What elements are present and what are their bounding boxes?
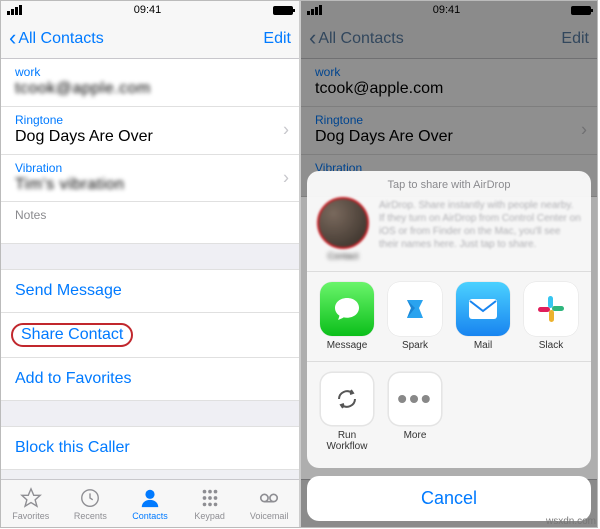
tab-label: Voicemail — [250, 511, 289, 521]
tab-label: Favorites — [12, 511, 49, 521]
star-icon — [19, 487, 43, 509]
tab-keypad[interactable]: Keypad — [180, 480, 240, 527]
tab-bar: Favorites Recents Contacts Keypad Voicem… — [1, 479, 299, 527]
row-notes[interactable]: Notes — [1, 202, 299, 244]
share-sheet: Tap to share with AirDrop Contact AirDro… — [307, 171, 591, 521]
action-label: Run Workflow — [317, 430, 377, 452]
chevron-left-icon: ‹ — [9, 27, 16, 49]
edit-button[interactable]: Edit — [263, 30, 291, 48]
share-app-mail[interactable]: Mail — [453, 282, 513, 351]
row-ringtone[interactable]: Ringtone Dog Days Are Over › — [1, 107, 299, 155]
airdrop-hint: Tap to share with AirDrop — [307, 179, 591, 195]
notes-label: Notes — [15, 208, 287, 222]
status-time: 09:41 — [134, 4, 162, 16]
tab-label: Contacts — [132, 511, 168, 521]
share-app-spark[interactable]: Spark — [385, 282, 445, 351]
workflow-icon — [320, 372, 374, 426]
work-label: work — [15, 65, 287, 79]
share-app-message[interactable]: Message — [317, 282, 377, 351]
status-bar: 09:41 — [1, 1, 299, 19]
spark-icon — [388, 282, 442, 336]
row-vibration[interactable]: Vibration Tim's vibration › — [1, 155, 299, 203]
airdrop-description: AirDrop. Share instantly with people nea… — [379, 197, 581, 251]
add-to-favorites-button[interactable]: Add to Favorites — [1, 358, 299, 401]
share-action-more[interactable]: ••• More — [385, 372, 445, 452]
send-message-button[interactable]: Send Message — [1, 270, 299, 313]
ringtone-label: Ringtone — [15, 113, 287, 127]
cancel-button[interactable]: Cancel — [307, 476, 591, 521]
share-app-slack[interactable]: Slack — [521, 282, 581, 351]
more-icon: ••• — [388, 372, 442, 426]
app-label: Slack — [539, 340, 563, 351]
watermark: wsxdn.com — [546, 516, 596, 527]
chevron-right-icon: › — [283, 120, 289, 141]
keypad-icon — [198, 487, 222, 509]
slack-icon — [524, 282, 578, 336]
back-button[interactable]: ‹ All Contacts — [9, 28, 104, 50]
app-label: Mail — [474, 340, 492, 351]
highlight-ring: Share Contact — [11, 323, 133, 347]
share-apps-row: Message Spark Mail — [307, 272, 591, 362]
airdrop-contact-name: Contact — [317, 251, 369, 261]
section-gap — [1, 244, 299, 270]
work-value: tcook@apple.com — [15, 79, 287, 100]
section-gap — [1, 401, 299, 427]
phone-right-share-sheet: 09:41 ‹ All Contacts Edit work tcook@app… — [299, 1, 597, 527]
share-actions-row: Run Workflow ••• More — [307, 362, 591, 462]
contact-details-list: work tcook@apple.com Ringtone Dog Days A… — [1, 59, 299, 527]
nav-bar: ‹ All Contacts Edit — [1, 19, 299, 59]
action-label: More — [404, 430, 427, 441]
app-label: Spark — [402, 340, 428, 351]
phone-left-contact-detail: 09:41 ‹ All Contacts Edit work tcook@app… — [1, 1, 299, 527]
share-contact-button[interactable]: Share Contact — [1, 313, 299, 358]
airdrop-avatar-icon — [317, 197, 369, 249]
tab-contacts[interactable]: Contacts — [120, 480, 180, 527]
battery-icon — [273, 6, 293, 15]
mail-icon — [456, 282, 510, 336]
share-action-run-workflow[interactable]: Run Workflow — [317, 372, 377, 452]
message-icon — [320, 282, 374, 336]
ringtone-value: Dog Days Are Over — [15, 127, 287, 148]
contact-icon — [138, 487, 162, 509]
airdrop-row: Contact AirDrop. Share instantly with pe… — [307, 195, 591, 272]
tab-label: Recents — [74, 511, 107, 521]
app-label: Message — [327, 340, 368, 351]
voicemail-icon — [257, 487, 281, 509]
block-caller-button[interactable]: Block this Caller — [1, 427, 299, 470]
vibration-value: Tim's vibration — [15, 175, 287, 196]
chevron-right-icon: › — [283, 167, 289, 188]
share-panel: Tap to share with AirDrop Contact AirDro… — [307, 171, 591, 468]
tab-label: Keypad — [194, 511, 225, 521]
back-label: All Contacts — [18, 30, 103, 48]
row-work-email[interactable]: work tcook@apple.com — [1, 59, 299, 107]
tab-favorites[interactable]: Favorites — [1, 480, 61, 527]
airdrop-contact[interactable]: Contact — [317, 197, 369, 261]
signal-icon — [7, 5, 22, 15]
clock-icon — [78, 487, 102, 509]
tab-voicemail[interactable]: Voicemail — [239, 480, 299, 527]
tab-recents[interactable]: Recents — [61, 480, 121, 527]
vibration-label: Vibration — [15, 161, 287, 175]
